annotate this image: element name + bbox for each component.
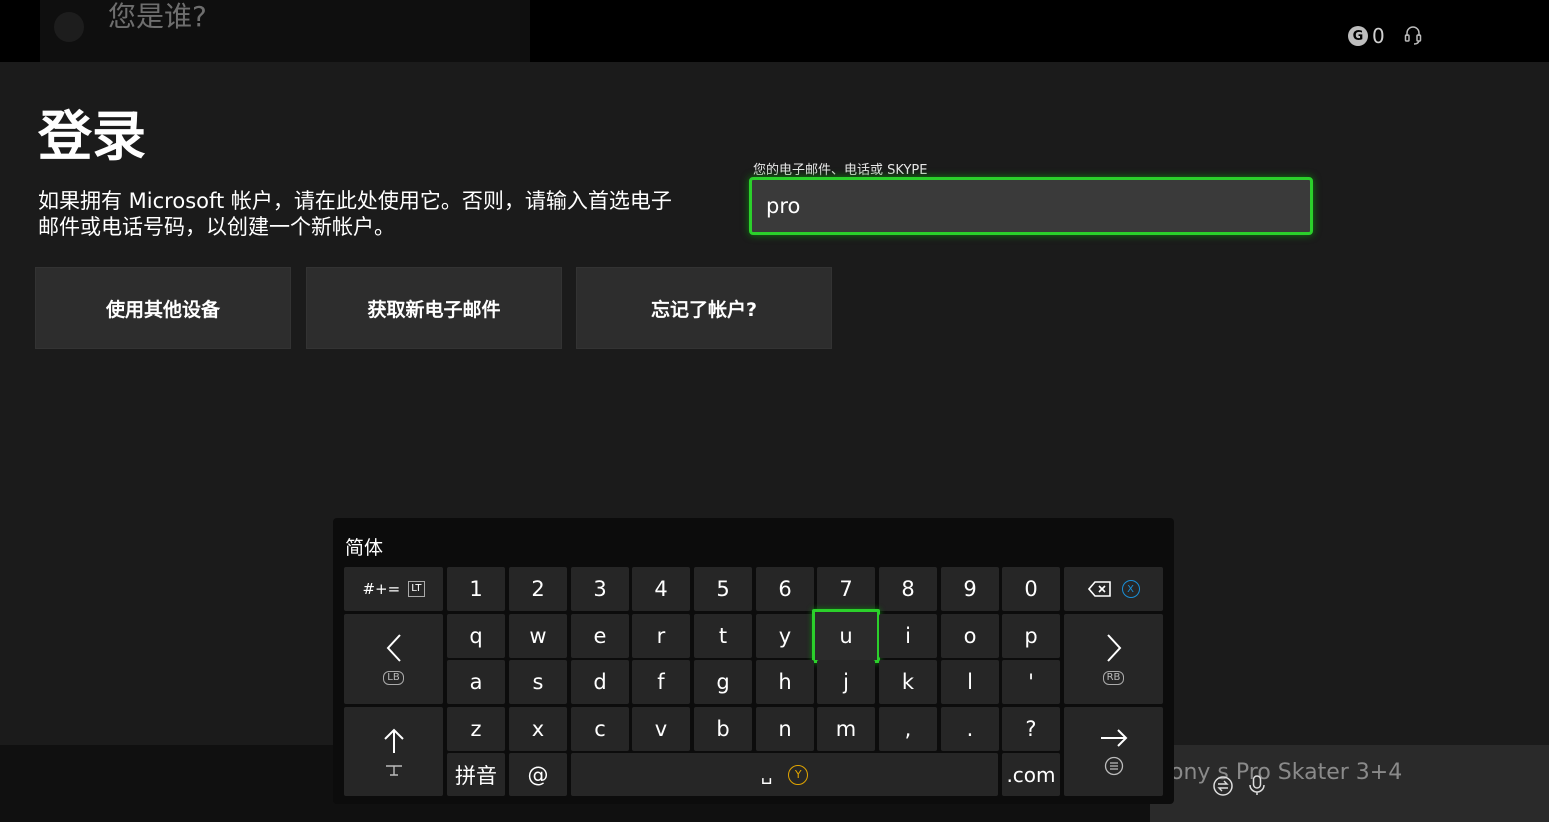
cursor-left-key[interactable]: LB [344, 614, 443, 704]
key-k[interactable]: k [879, 660, 937, 704]
chevron-left-icon [386, 634, 401, 662]
promo-text: ony s Pro Skater 3+4 [1170, 760, 1403, 785]
key-o[interactable]: o [941, 614, 999, 658]
backspace-key[interactable]: X [1064, 567, 1163, 611]
key-s[interactable]: s [509, 660, 567, 704]
gamerscore-count: 0 [1372, 24, 1385, 48]
key-p[interactable]: p [1002, 614, 1060, 658]
chevron-right-icon [1106, 634, 1121, 662]
email-input[interactable] [752, 180, 1310, 232]
xbox-logo-icon [54, 12, 84, 42]
key-9[interactable]: 9 [941, 567, 999, 611]
y-button-icon: Y [788, 764, 809, 785]
key-r[interactable]: r [632, 614, 690, 658]
key-v[interactable]: v [632, 707, 690, 751]
key-question[interactable]: ? [1002, 707, 1060, 751]
key-3[interactable]: 3 [571, 567, 629, 611]
keyboard-language-label: 简体 [345, 537, 384, 559]
email-field[interactable] [749, 177, 1313, 235]
page-title: 登录 [38, 105, 146, 168]
key-t[interactable]: t [694, 614, 752, 658]
space-key[interactable]: ␣ Y [571, 753, 998, 796]
key-h[interactable]: h [756, 660, 814, 704]
swap-icon[interactable] [1212, 775, 1234, 797]
key-4[interactable]: 4 [632, 567, 690, 611]
lb-bumper-icon: LB [383, 671, 404, 685]
forgot-account-button[interactable]: 忘记了帐户? [576, 267, 832, 349]
page-description: 如果拥有 Microsoft 帐户，请在此处使用它。否则，请输入首选电子邮件或电… [38, 189, 672, 239]
left-stick-icon [385, 764, 402, 776]
key-l[interactable]: l [941, 660, 999, 704]
top-bar: 您是谁? G 0 [0, 0, 1549, 62]
key-q[interactable]: q [447, 614, 505, 658]
key-j[interactable]: j [817, 660, 875, 704]
x-button-icon: X [1121, 580, 1140, 598]
use-other-device-button[interactable]: 使用其他设备 [35, 267, 291, 349]
key-0[interactable]: 0 [1002, 567, 1060, 611]
key-1[interactable]: 1 [447, 567, 505, 611]
key-u[interactable]: u [812, 609, 880, 663]
lt-trigger-icon: LT [408, 581, 425, 597]
microphone-icon[interactable] [1246, 774, 1268, 796]
key-y[interactable]: y [756, 614, 814, 658]
shift-key[interactable] [344, 707, 443, 796]
symbols-key[interactable]: #+= LT [344, 567, 443, 611]
cursor-right-key[interactable]: RB [1064, 614, 1163, 704]
key-d[interactable]: d [571, 660, 629, 704]
arrow-right-icon [1100, 728, 1127, 747]
get-new-email-button[interactable]: 获取新电子邮件 [306, 267, 562, 349]
key-7[interactable]: 7 [817, 567, 875, 611]
key-comma[interactable]: , [879, 707, 937, 751]
key-8[interactable]: 8 [879, 567, 937, 611]
backspace-icon [1087, 581, 1111, 597]
key-n[interactable]: n [756, 707, 814, 751]
enter-key[interactable] [1064, 707, 1163, 796]
key-f[interactable]: f [632, 660, 690, 704]
key-b[interactable]: b [694, 707, 752, 751]
arrow-up-icon [383, 728, 404, 753]
key-g[interactable]: g [694, 660, 752, 704]
headset-icon [1404, 26, 1422, 45]
at-key[interactable]: @ [509, 753, 567, 796]
key-5[interactable]: 5 [694, 567, 752, 611]
key-i[interactable]: i [879, 614, 937, 658]
key-m[interactable]: m [817, 707, 875, 751]
key-2[interactable]: 2 [509, 567, 567, 611]
key-6[interactable]: 6 [756, 567, 814, 611]
key-c[interactable]: c [571, 707, 629, 751]
email-field-label: 您的电子邮件、电话或 SKYPE [753, 163, 928, 178]
dotcom-key[interactable]: .com [1002, 753, 1060, 796]
key-period[interactable]: . [941, 707, 999, 751]
key-w[interactable]: w [509, 614, 567, 658]
menu-button-icon [1104, 756, 1123, 775]
space-glyph: ␣ [760, 764, 773, 785]
header-title: 您是谁? [108, 0, 207, 33]
key-apostrophe[interactable]: ' [1002, 660, 1060, 704]
symbols-key-label: #+= [362, 580, 401, 598]
key-z[interactable]: z [447, 707, 505, 751]
key-a[interactable]: a [447, 660, 505, 704]
key-e[interactable]: e [571, 614, 629, 658]
gamerscore-icon: G [1348, 26, 1368, 46]
pinyin-key[interactable]: 拼音 [447, 753, 505, 796]
rb-bumper-icon: RB [1102, 671, 1125, 685]
key-x[interactable]: x [509, 707, 567, 751]
